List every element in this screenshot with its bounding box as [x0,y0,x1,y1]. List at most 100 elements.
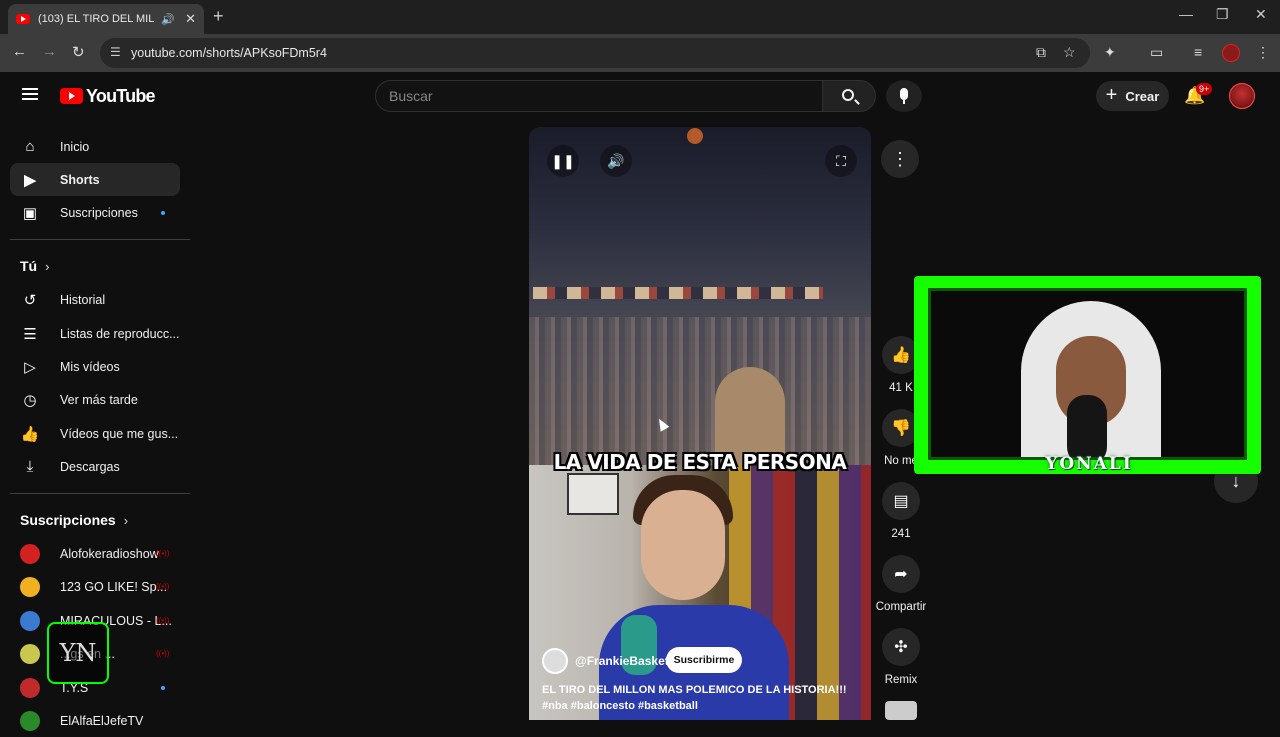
sidebar-item-playlists[interactable]: ☰ Listas de reproducc... [10,317,180,350]
account-avatar[interactable] [1229,83,1255,109]
profile-avatar[interactable] [1222,44,1240,62]
new-tab-button[interactable]: + [213,6,224,27]
youtube-logo-icon[interactable] [60,88,83,104]
subscription-item[interactable]: Alofokeradioshow ((•)) [10,537,180,570]
media-control-icon[interactable]: ≡ [1194,44,1202,60]
audio-source-thumbnail[interactable] [885,701,917,720]
volume-icon[interactable]: 🔊 [600,145,632,177]
my-videos-icon: ▷ [24,358,36,376]
new-content-dot [161,211,165,215]
bookmark-star-icon[interactable]: ☆ [1063,44,1076,61]
url-text: youtube.com/shorts/APKsoFDm5r4 [131,46,327,60]
channel-avatar[interactable] [542,648,568,674]
site-info-icon[interactable]: ☰ [110,45,121,59]
remix-label: Remix [884,674,918,686]
comments-button[interactable]: ▤ 241 [874,482,928,540]
tab-title: (103) EL TIRO DEL MILLON MAS POLEMICO [38,13,155,25]
subscription-item[interactable]: 123 GO LIKE! Sp... ((•)) [10,570,180,603]
sidebar-item-liked-videos[interactable]: 👍 Vídeos que me gus... [10,417,180,450]
home-icon: ⌂ [25,138,35,155]
share-button[interactable]: ➦ Compartir [874,555,928,613]
history-icon: ↺ [23,291,37,309]
sidebar-item-label: Vídeos que me gus... [60,426,179,441]
browser-nav-bar: ← → ↻ ☰ youtube.com/shorts/APKsoFDm5r4 ⧉… [0,34,1280,72]
new-content-dot [161,686,165,690]
youtube-logo-text[interactable]: YouTube [86,86,156,107]
voice-search-icon[interactable] [886,80,922,112]
minimize-icon[interactable]: — [1179,6,1193,22]
webcam-overlay: YONALI [914,276,1261,474]
subscription-label: ElAlfaElJefeTV [60,713,144,728]
you-section-header[interactable]: Tú › [20,258,49,274]
browser-menu-icon[interactable]: ⋮ [1256,44,1270,61]
subscription-label: 123 GO LIKE! Sp... [60,579,168,594]
sidebar-item-label: Inicio [60,139,90,154]
back-icon[interactable]: ← [12,43,27,60]
close-window-icon[interactable]: ✕ [1255,6,1267,23]
sidebar-item-subscriptions[interactable]: ▣ Suscripciones [10,196,180,229]
channel-avatar [20,710,40,731]
download-icon: ⤓ [26,458,34,475]
sidebar-item-watch-later[interactable]: ◷ Ver más tarde [10,383,180,416]
comment-count: 241 [891,528,911,540]
subscribe-button[interactable]: Suscribirme [666,647,742,673]
menu-icon[interactable] [22,88,38,100]
sidebar-item-history[interactable]: ↺ Historial [10,283,180,316]
search-icon [842,89,854,101]
share-label: Compartir [875,601,927,613]
maximize-icon[interactable]: ❐ [1216,6,1229,23]
remix-button[interactable]: ✣ Remix [874,628,928,686]
speaker-icon[interactable]: 🔊 [161,13,175,26]
forward-icon[interactable]: → [42,43,57,60]
address-bar[interactable]: ☰ youtube.com/shorts/APKsoFDm5r4 ⧉ ☆ [100,38,1090,68]
cast-icon[interactable]: ▭ [1150,44,1163,61]
youtube-header: YouTube + Crear 🔔 9+ [0,72,1280,120]
watermark-logo: YN [47,622,109,684]
subscriptions-section-header[interactable]: Suscripciones › [20,512,128,528]
subscription-item[interactable]: ElAlfaElJefeTV [10,704,180,737]
browser-tab[interactable]: (103) EL TIRO DEL MILLON MAS POLEMICO 🔊 … [8,4,204,34]
live-icon: ((•)) [156,549,170,558]
extensions-icon[interactable]: ✦ [1104,44,1116,61]
remix-icon: ✣ [882,628,920,666]
divider [10,493,190,494]
chevron-right-icon: › [45,259,50,274]
comment-icon: ▤ [882,482,920,520]
channel-info[interactable]: @FrankieBasket [542,648,669,674]
search-input[interactable] [389,88,809,104]
sidebar-item-downloads[interactable]: ⤓ Descargas [10,450,180,483]
chevron-right-icon: › [123,513,129,528]
youtube-favicon-icon [16,14,30,24]
video-frame-arena [529,127,871,467]
microphone [1067,395,1107,457]
fullscreen-icon[interactable]: ⛶ [825,145,857,177]
close-tab-icon[interactable]: ✕ [185,11,196,27]
reload-icon[interactable]: ↻ [72,43,85,61]
install-app-icon[interactable]: ⧉ [1036,44,1046,61]
shorts-player[interactable]: LA VIDA DE ESTA PERSONA ❚❚ 🔊 ⛶ @FrankieB… [529,127,871,720]
pause-icon[interactable]: ❚❚ [547,145,579,177]
basketball [687,128,703,144]
plus-icon: + [1105,83,1118,106]
search-box [375,80,823,112]
watch-later-icon: ◷ [23,391,37,409]
video-title[interactable]: EL TIRO DEL MILLON MAS POLEMICO DE LA HI… [542,682,862,714]
create-button[interactable]: + Crear [1096,81,1169,111]
subscriptions-icon: ▣ [22,204,38,222]
notification-badge: 9+ [1196,83,1213,95]
search-button[interactable] [822,80,876,112]
subscription-label: Alofokeradioshow [60,546,159,561]
channel-avatar [20,643,40,664]
sidebar-item-shorts[interactable]: ▶ Shorts [10,163,180,196]
webcam-name-label: YONALI [1045,454,1133,474]
streamer-face [641,490,725,600]
sidebar-item-my-videos[interactable]: ▷ Mis vídeos [10,350,180,383]
playlists-icon: ☰ [23,325,37,343]
sidebar-item-home[interactable]: ⌂ Inicio [10,130,180,163]
more-options-icon[interactable]: ⋮ [881,140,919,178]
channel-name[interactable]: @FrankieBasket [575,654,669,668]
channel-avatar [20,543,40,564]
live-icon: ((•)) [156,582,170,591]
arena-lights [533,287,823,299]
share-icon: ➦ [882,555,920,593]
